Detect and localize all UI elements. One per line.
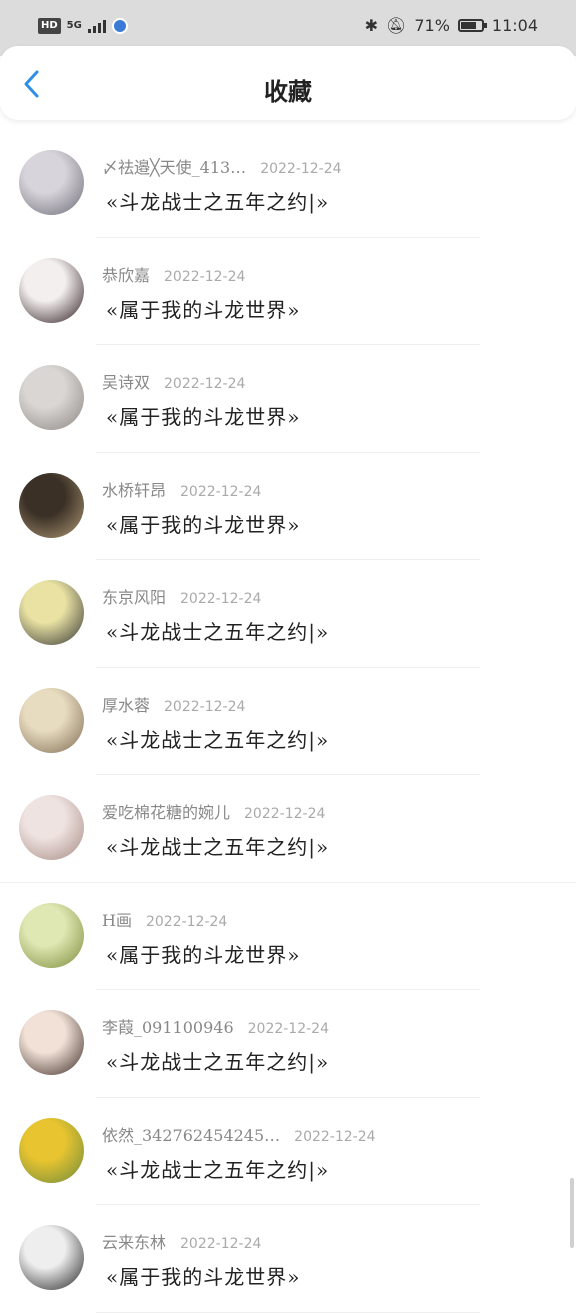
favorite-item[interactable]: 恭欣嘉 2022-12-24 «属于我的斗龙世界» <box>0 238 576 345</box>
divider <box>96 1311 480 1313</box>
book-title[interactable]: «属于我的斗龙世界» <box>106 401 300 430</box>
username-row: 爱吃棉花糖的婉儿 2022-12-24 <box>102 799 325 823</box>
username-row: 东京风阳 2022-12-24 <box>102 584 261 608</box>
username-row: 李葭_091100946 2022-12-24 <box>102 1014 329 1038</box>
favorite-date: 2022-12-24 <box>180 1236 262 1252</box>
favorite-item[interactable]: 吴诗双 2022-12-24 «属于我的斗龙世界» <box>0 345 576 453</box>
user-avatar[interactable] <box>19 1010 84 1075</box>
favorite-date: 2022-12-24 <box>164 268 246 285</box>
book-title[interactable]: «斗龙战士之五年之约|» <box>106 724 329 753</box>
user-avatar[interactable] <box>19 795 84 860</box>
favorite-date: 2022-12-24 <box>164 698 246 715</box>
username-row: 厚水蓉 2022-12-24 <box>102 692 245 716</box>
status-right: ✱ 🔕︎ 71% 11:04 <box>365 16 538 35</box>
username: 吴诗双 <box>102 373 151 392</box>
username: 恭欣嘉 <box>102 265 151 285</box>
favorite-item[interactable]: 东京风阳 2022-12-24 «斗龙战士之五年之约|» <box>0 560 576 668</box>
user-avatar[interactable] <box>19 150 84 215</box>
signal-icon <box>87 19 106 33</box>
battery-icon <box>457 19 487 32</box>
favorite-date: 2022-12-24 <box>244 806 326 822</box>
favorite-item[interactable]: H画 2022-12-24 «属于我的斗龙世界» <box>0 883 576 990</box>
favorite-date: 2022-12-24 <box>164 376 246 392</box>
user-avatar[interactable] <box>19 580 84 645</box>
book-title[interactable]: «斗龙战士之五年之约|» <box>106 1046 329 1075</box>
mute-bell-icon: 🔕︎ <box>386 16 407 35</box>
status-left: HD 5G <box>38 18 128 34</box>
username: 〆祛邉╳天使_413… <box>102 158 247 177</box>
favorite-item[interactable]: 李葭_091100946 2022-12-24 «斗龙战士之五年之约|» <box>0 990 576 1098</box>
user-avatar[interactable] <box>19 1225 84 1290</box>
favorite-item[interactable]: 爱吃棉花糖的婉儿 2022-12-24 «斗龙战士之五年之约|» <box>0 775 576 883</box>
username: 李葭_091100946 <box>102 1018 234 1037</box>
username: 厚水蓉 <box>102 695 151 715</box>
username-row: 依然_342762454245… 2022-12-24 <box>102 1122 376 1146</box>
hd-badge: HD <box>38 18 61 34</box>
clock: 11:04 <box>491 16 538 35</box>
network-label: 5G <box>66 20 82 31</box>
header-bar: 收藏 <box>0 46 576 120</box>
favorite-item[interactable]: 依然_342762454245… 2022-12-24 «斗龙战士之五年之约|» <box>0 1098 576 1205</box>
book-title[interactable]: «斗龙战士之五年之约|» <box>106 186 329 215</box>
browser-notification-icon <box>111 18 128 34</box>
battery-percent: 71% <box>414 16 450 35</box>
book-title[interactable]: «斗龙战士之五年之约|» <box>106 1154 329 1183</box>
page-title: 收藏 <box>264 77 312 106</box>
favorite-date: 2022-12-24 <box>180 483 262 500</box>
favorite-date: 2022-12-24 <box>260 161 342 177</box>
favorite-item[interactable]: 水桥轩昂 2022-12-24 «属于我的斗龙世界» <box>0 453 576 560</box>
bluetooth-icon: ✱ <box>364 16 379 35</box>
username-row: 〆祛邉╳天使_413… 2022-12-24 <box>102 154 342 178</box>
username-row: 水桥轩昂 2022-12-24 <box>102 477 261 501</box>
favorite-date: 2022-12-24 <box>180 591 262 607</box>
username-row: 恭欣嘉 2022-12-24 <box>102 262 245 286</box>
username: 云来东林 <box>102 1233 167 1252</box>
username-row: 云来东林 2022-12-24 <box>102 1229 261 1253</box>
book-title[interactable]: «斗龙战士之五年之约|» <box>106 831 329 860</box>
book-title[interactable]: «斗龙战士之五年之约|» <box>106 616 329 645</box>
favorite-date: 2022-12-24 <box>294 1128 376 1145</box>
user-avatar[interactable] <box>19 257 84 323</box>
book-title[interactable]: «属于我的斗龙世界» <box>106 1261 300 1290</box>
favorite-item[interactable]: 厚水蓉 2022-12-24 «斗龙战士之五年之约|» <box>0 668 576 775</box>
username: H画 <box>102 910 132 930</box>
username: 水桥轩昂 <box>102 480 167 500</box>
user-avatar[interactable] <box>19 902 84 968</box>
username-row: H画 2022-12-24 <box>102 907 227 931</box>
book-title[interactable]: «属于我的斗龙世界» <box>106 294 300 323</box>
user-avatar[interactable] <box>19 365 84 430</box>
user-avatar[interactable] <box>19 687 84 753</box>
username: 爱吃棉花糖的婉儿 <box>102 803 231 822</box>
book-title[interactable]: «属于我的斗龙世界» <box>106 939 300 968</box>
username-row: 吴诗双 2022-12-24 <box>102 369 245 393</box>
favorite-date: 2022-12-24 <box>145 913 228 930</box>
favorite-item[interactable]: 〆祛邉╳天使_413… 2022-12-24 «斗龙战士之五年之约|» <box>0 130 576 238</box>
battery-fill <box>460 22 477 29</box>
favorite-date: 2022-12-24 <box>247 1021 329 1037</box>
favorites-list: 〆祛邉╳天使_413… 2022-12-24 «斗龙战士之五年之约|» 恭欣嘉 2022… <box>0 130 576 1313</box>
book-title[interactable]: «属于我的斗龙世界» <box>106 509 300 538</box>
username: 东京风阳 <box>102 588 167 607</box>
favorite-item[interactable]: 云来东林 2022-12-24 «属于我的斗龙世界» <box>0 1205 576 1313</box>
user-avatar[interactable] <box>19 472 84 538</box>
scrollbar[interactable] <box>570 1178 574 1248</box>
user-avatar[interactable] <box>19 1117 84 1183</box>
username: 依然_342762454245… <box>102 1125 281 1145</box>
